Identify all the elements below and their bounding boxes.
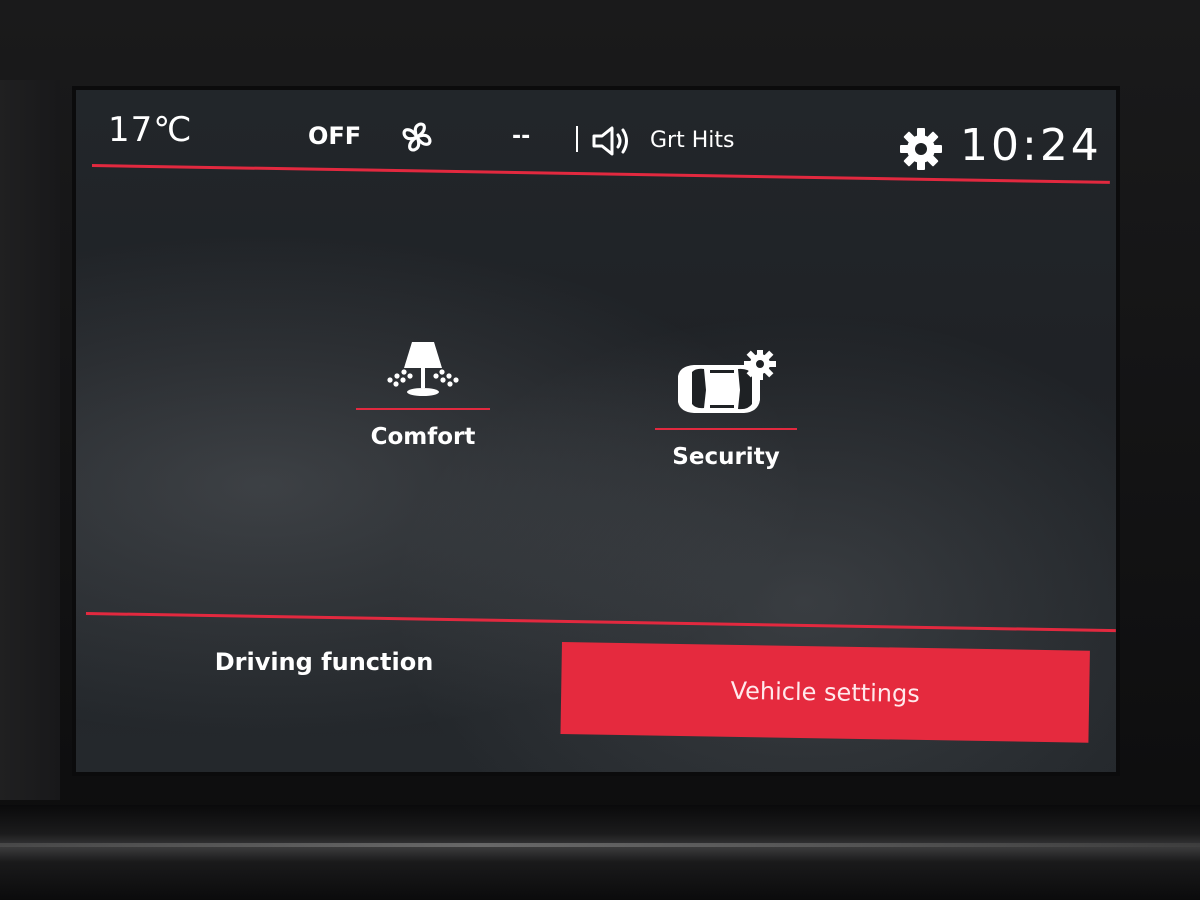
media-placeholder: -- — [512, 124, 531, 149]
menu-item-comfort[interactable]: Comfort — [348, 334, 498, 450]
speaker-icon[interactable] — [590, 124, 634, 158]
tab-vehicle-settings[interactable]: Vehicle settings — [560, 642, 1090, 743]
dashboard-trim — [0, 805, 1200, 900]
menu-item-label: Comfort — [370, 424, 476, 450]
infotainment-screen: 17℃ OFF -- Grt Hits 10:24 Comfort Securi… — [72, 86, 1120, 776]
status-bar: 17℃ OFF -- Grt Hits 10:24 — [76, 90, 1116, 171]
status-divider — [576, 126, 578, 152]
temperature-readout[interactable]: 17℃ — [108, 110, 192, 150]
header-divider — [91, 164, 1110, 184]
gear-icon[interactable] — [898, 126, 944, 172]
security-underline — [655, 428, 797, 430]
menu-item-security[interactable]: Security — [646, 350, 806, 470]
car-gear-icon — [678, 350, 776, 413]
ac-status[interactable]: OFF — [308, 122, 361, 150]
clock: 10:24 — [960, 120, 1102, 171]
bezel-edge — [0, 80, 60, 800]
fan-icon[interactable] — [396, 116, 438, 158]
trim-highlight — [0, 843, 1200, 847]
tab-driving-function[interactable]: Driving function — [86, 620, 562, 704]
lamp-icon — [387, 342, 459, 396]
radio-station[interactable]: Grt Hits — [650, 128, 734, 153]
comfort-underline — [356, 408, 490, 410]
menu-item-label: Security — [672, 444, 780, 470]
